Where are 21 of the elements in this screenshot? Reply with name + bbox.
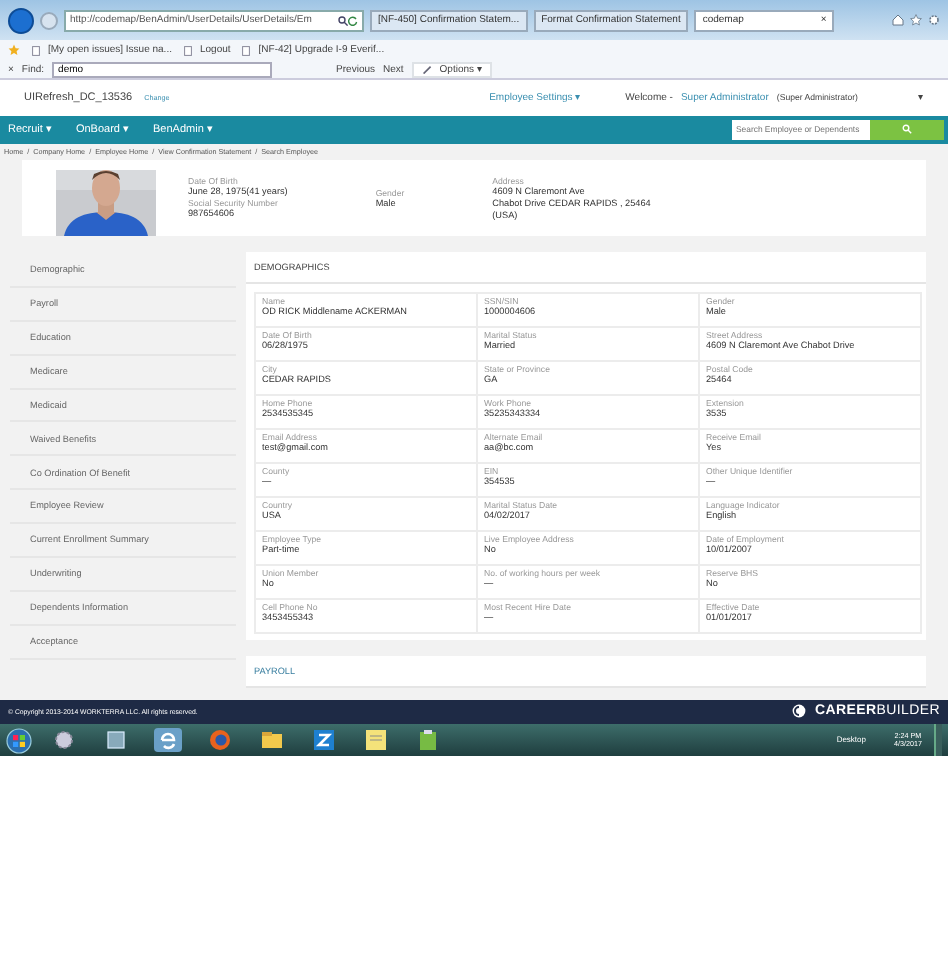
clipboard-icon[interactable]: [414, 728, 442, 752]
start-orb-icon[interactable]: [6, 727, 32, 753]
page-icon: [32, 45, 40, 55]
folder-icon[interactable]: [258, 728, 286, 752]
notepad-icon[interactable]: [362, 728, 390, 752]
browser-icon[interactable]: [154, 728, 182, 752]
refresh-icon[interactable]: [348, 15, 358, 25]
show-desktop-button[interactable]: [934, 724, 942, 756]
back-button[interactable]: [8, 7, 34, 33]
z-app-icon[interactable]: [310, 728, 338, 752]
window-icon[interactable]: [102, 728, 130, 752]
pencil-icon: [421, 64, 432, 74]
home-icon[interactable]: [892, 14, 904, 26]
search-icon[interactable]: [338, 15, 348, 25]
gear-icon[interactable]: [50, 728, 78, 752]
page-icon: [183, 45, 192, 55]
favorites-star-icon[interactable]: [8, 44, 20, 56]
settings-icon[interactable]: [928, 14, 940, 26]
globe-icon[interactable]: [206, 728, 234, 752]
favorites-star-icon[interactable]: [910, 14, 922, 26]
page-icon: [242, 45, 251, 55]
